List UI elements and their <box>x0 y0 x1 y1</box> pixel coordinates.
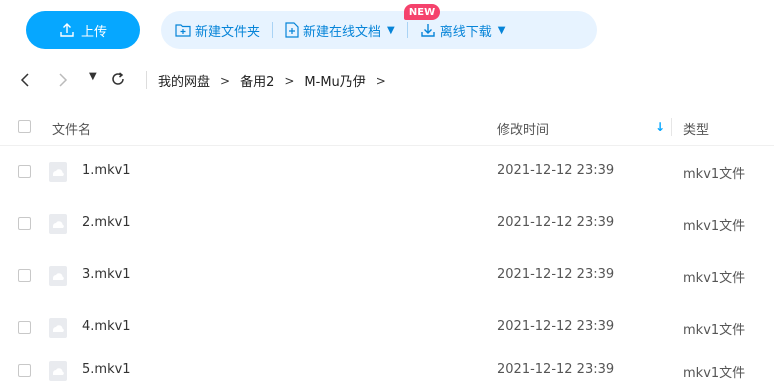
file-icon <box>48 360 68 382</box>
file-type: mkv1文件 <box>683 219 746 234</box>
table-row[interactable]: 2.mkv1 2021-12-12 23:39 mkv1文件 <box>0 198 774 250</box>
history-dropdown-icon[interactable]: ▼ <box>89 71 97 82</box>
offline-download-label: 离线下载 <box>439 24 492 40</box>
file-icon <box>48 213 68 235</box>
file-modified: 2021-12-12 23:39 <box>497 267 615 282</box>
breadcrumb: 我的网盘 > 备用2 > M-Mu乃伊 > <box>158 71 386 91</box>
new-online-doc-button[interactable]: 新建在线文档 ▼ <box>285 21 395 40</box>
new-folder-icon <box>175 23 191 37</box>
new-doc-icon <box>285 22 299 38</box>
breadcrumb-item[interactable]: 我的网盘 <box>158 71 210 90</box>
file-icon <box>48 161 68 183</box>
column-divider <box>671 118 672 136</box>
download-icon <box>420 22 436 38</box>
upload-button[interactable]: 上传 <box>26 11 140 49</box>
file-name[interactable]: 1.mkv1 <box>82 163 131 178</box>
new-badge: NEW <box>404 4 440 20</box>
forward-arrow-icon[interactable] <box>58 72 68 88</box>
breadcrumb-separator: > <box>375 73 386 88</box>
column-header-name[interactable]: 文件名 <box>52 119 91 138</box>
upload-label: 上传 <box>80 24 107 40</box>
row-checkbox[interactable] <box>18 217 31 230</box>
offline-download-button[interactable]: 离线下载 ▼ <box>420 21 506 40</box>
new-folder-button[interactable]: 新建文件夹 <box>175 21 260 40</box>
upload-icon <box>59 22 75 38</box>
breadcrumb-separator: > <box>284 73 295 88</box>
file-modified: 2021-12-12 23:39 <box>497 319 615 334</box>
row-checkbox[interactable] <box>18 364 31 377</box>
toolbar: 上传 新建文件夹 新建在线文档 ▼ 离线下载 ▼ NEW <box>0 0 774 60</box>
file-modified: 2021-12-12 23:39 <box>497 163 615 178</box>
refresh-icon[interactable] <box>110 71 126 87</box>
breadcrumb-separator: > <box>220 73 231 88</box>
file-modified: 2021-12-12 23:39 <box>497 362 615 377</box>
file-type: mkv1文件 <box>683 366 746 381</box>
file-name[interactable]: 4.mkv1 <box>82 319 131 334</box>
file-type: mkv1文件 <box>683 323 746 338</box>
row-checkbox[interactable] <box>18 269 31 282</box>
column-header-type[interactable]: 类型 <box>683 119 709 138</box>
row-checkbox[interactable] <box>18 165 31 178</box>
table-row[interactable]: 5.mkv1 2021-12-12 23:39 mkv1文件 <box>0 354 774 387</box>
caret-down-icon: ▼ <box>387 24 395 36</box>
breadcrumb-divider <box>146 71 147 89</box>
caret-down-icon: ▼ <box>497 24 506 36</box>
file-modified: 2021-12-12 23:39 <box>497 215 615 230</box>
back-arrow-icon[interactable] <box>20 72 30 88</box>
table-row[interactable]: 3.mkv1 2021-12-12 23:39 mkv1文件 <box>0 250 774 302</box>
sort-descending-icon[interactable]: ↓ <box>655 120 665 134</box>
action-bar: 新建文件夹 新建在线文档 ▼ 离线下载 ▼ <box>161 11 597 49</box>
file-name[interactable]: 3.mkv1 <box>82 267 131 282</box>
table-row[interactable]: 4.mkv1 2021-12-12 23:39 mkv1文件 <box>0 302 774 354</box>
new-online-doc-label: 新建在线文档 <box>303 24 382 40</box>
file-name[interactable]: 2.mkv1 <box>82 215 131 230</box>
row-checkbox[interactable] <box>18 321 31 334</box>
breadcrumb-item[interactable]: 备用2 <box>240 71 274 90</box>
select-all-checkbox[interactable] <box>18 120 31 133</box>
table-header: 文件名 修改时间 ↓ 类型 <box>0 108 774 146</box>
file-name[interactable]: 5.mkv1 <box>82 362 131 377</box>
breadcrumb-bar: ▼ 我的网盘 > 备用2 > M-Mu乃伊 > <box>0 62 774 98</box>
file-icon <box>48 317 68 339</box>
column-header-modified[interactable]: 修改时间 <box>497 119 549 138</box>
file-type: mkv1文件 <box>683 271 746 286</box>
file-icon <box>48 265 68 287</box>
toolbar-divider <box>406 22 408 38</box>
breadcrumb-item[interactable]: M-Mu乃伊 <box>304 71 365 90</box>
toolbar-divider <box>272 22 274 38</box>
file-type: mkv1文件 <box>683 167 746 182</box>
new-folder-label: 新建文件夹 <box>195 24 261 40</box>
table-row[interactable]: 1.mkv1 2021-12-12 23:39 mkv1文件 <box>0 146 774 198</box>
